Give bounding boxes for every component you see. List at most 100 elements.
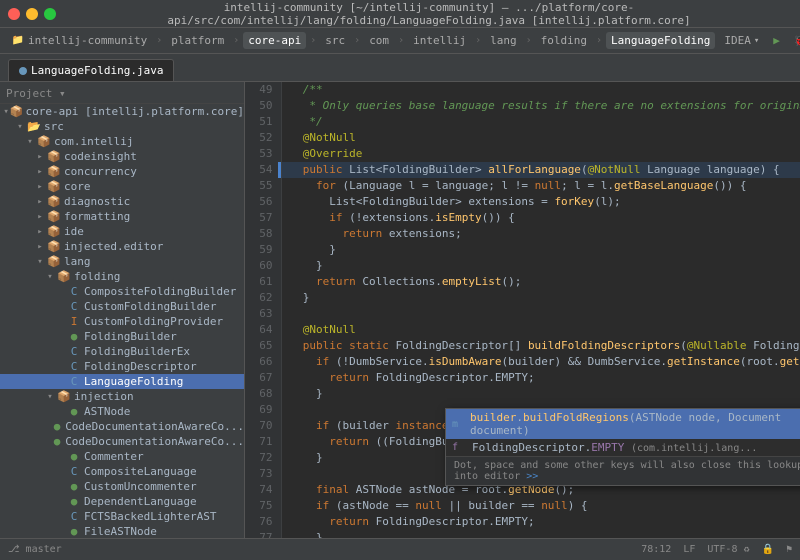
tree-item-lang[interactable]: ▾ 📦 lang [0, 254, 244, 269]
close-button[interactable] [8, 8, 20, 20]
package-icon: 📦 [36, 135, 52, 148]
field-icon: f [452, 442, 468, 453]
maximize-button[interactable] [44, 8, 56, 20]
tree-item-composite-language[interactable]: C CompositeLanguage [0, 464, 244, 479]
tree-item-folding-builder[interactable]: ● FoldingBuilder [0, 329, 244, 344]
caret-position[interactable]: 78:12 [641, 544, 671, 555]
module-icon: 📦 [10, 105, 24, 118]
encoding[interactable]: UTF-8 ♻ [707, 544, 749, 555]
code-line-52: 52 @NotNull [245, 130, 800, 146]
tree-item-src[interactable]: ▾ 📂 src [0, 119, 244, 134]
tree-item-language-folding[interactable]: C LanguageFolding [0, 374, 244, 389]
tree-label: DependentLanguage [84, 495, 197, 508]
autocomplete-item-1[interactable]: f FoldingDescriptor.EMPTY (com.intellij.… [446, 439, 800, 456]
tree-item-fcts[interactable]: C FCTSBackedLighterAST [0, 509, 244, 524]
autocomplete-popup[interactable]: m builder.buildFoldRegions(ASTNode node,… [445, 408, 800, 486]
tree-item-core[interactable]: ▸ 📦 core [0, 179, 244, 194]
code-content: } [281, 242, 800, 258]
tree-label: CodeDocumentationAwareCo... [65, 435, 244, 448]
code-content: if (!DumbService.isDumbAware(builder) &&… [281, 354, 800, 370]
tree-item-ide[interactable]: ▸ 📦 ide [0, 224, 244, 239]
autocomplete-hint: Dot, space and some other keys will also… [446, 456, 800, 485]
tree-item-folding-builder-ex[interactable]: C FoldingBuilderEx [0, 344, 244, 359]
code-content: */ [281, 114, 800, 130]
debug-button[interactable]: 🐞 [789, 32, 800, 49]
tree-item-folding[interactable]: ▾ 📦 folding [0, 269, 244, 284]
nav-item-idea[interactable]: IDEA ▾ [719, 32, 764, 49]
code-line-64: 64 @NotNull [245, 322, 800, 338]
tree-item-injected-editor[interactable]: ▸ 📦 injected.editor [0, 239, 244, 254]
tree-item-dependent-language[interactable]: ● DependentLanguage [0, 494, 244, 509]
line-number: 73 [245, 466, 281, 482]
nav-item-languagefolding[interactable]: LanguageFolding [606, 32, 715, 49]
autocomplete-item-0[interactable]: m builder.buildFoldRegions(ASTNode node,… [446, 409, 800, 439]
nav-separator: › [596, 35, 602, 46]
expand-arrow: ▸ [34, 167, 46, 177]
tree-item-custom-folding-provider[interactable]: I CustomFoldingProvider [0, 314, 244, 329]
code-content: return Collections.emptyList(); [281, 274, 800, 290]
line-number: 65 [245, 338, 281, 354]
nav-item-core-api[interactable]: core-api [243, 32, 306, 49]
package-icon: 📦 [56, 270, 72, 283]
code-content: if (!extensions.isEmpty()) { [281, 210, 800, 226]
readonly-icon: 🔒 [762, 544, 774, 555]
nav-item-com[interactable]: com [364, 32, 394, 49]
package-icon: 📦 [46, 255, 62, 268]
run-button[interactable]: ▶ [768, 32, 785, 49]
tree-item-com-intellij[interactable]: ▾ 📦 com.intellij [0, 134, 244, 149]
line-number: 75 [245, 498, 281, 514]
status-right: 78:12 LF UTF-8 ♻ 🔒 ⚑ [641, 544, 792, 555]
code-content: } [281, 258, 800, 274]
tree-item-custom-folding-builder[interactable]: C CustomFoldingBuilder [0, 299, 244, 314]
tree-item-codedoc1[interactable]: ● CodeDocumentationAwareCo... [0, 419, 244, 434]
code-editor[interactable]: 49 /** 50 * Only queries base language r… [245, 82, 800, 538]
tree-item-codeinsight[interactable]: ▸ 📦 codeinsight [0, 149, 244, 164]
tree-item-file-astnode[interactable]: ● FileASTNode [0, 524, 244, 538]
line-number: 71 [245, 434, 281, 450]
package-icon: 📦 [46, 165, 62, 178]
nav-item-platform[interactable]: platform [166, 32, 229, 49]
code-line-60: 60 } [245, 258, 800, 274]
nav-item-intellij[interactable]: intellij [408, 32, 471, 49]
expand-arrow: ▾ [2, 107, 9, 117]
tree-item-composite-folding[interactable]: C CompositeFoldingBuilder [0, 284, 244, 299]
code-area[interactable]: 49 /** 50 * Only queries base language r… [245, 82, 800, 538]
tab-bar: LanguageFolding.java [0, 54, 800, 82]
line-feed[interactable]: LF [683, 544, 695, 555]
tree-item-injection[interactable]: ▾ 📦 injection [0, 389, 244, 404]
line-number: 70 [245, 418, 281, 434]
line-number: 64 [245, 322, 281, 338]
tree-item-formatting[interactable]: ▸ 📦 formatting [0, 209, 244, 224]
event-log[interactable]: ⚑ [786, 544, 792, 555]
java-interface-icon: ● [66, 450, 82, 463]
package-icon: 📦 [46, 180, 62, 193]
tree-label: FoldingBuilderEx [84, 345, 190, 358]
expand-arrow: ▾ [34, 257, 46, 267]
code-content: * Only queries base language results if … [281, 98, 800, 114]
tree-item-core-api[interactable]: ▾ 📦 core-api [intellij.platform.core] [0, 104, 244, 119]
java-interface-icon: ● [51, 420, 63, 433]
method-icon: m [452, 419, 466, 430]
nav-item-folding[interactable]: folding [536, 32, 592, 49]
nav-item-project[interactable]: 📁 intellij-community [6, 32, 152, 50]
nav-item-src[interactable]: src [320, 32, 350, 49]
tree-item-astnode[interactable]: ● ASTNode [0, 404, 244, 419]
code-line-66: 66 if (!DumbService.isDumbAware(builder)… [245, 354, 800, 370]
tree-item-folding-descriptor[interactable]: C FoldingDescriptor [0, 359, 244, 374]
autocomplete-hint-link[interactable]: >> [526, 471, 538, 482]
project-sidebar[interactable]: Project ▾ ▾ 📦 core-api [intellij.platfor… [0, 82, 245, 538]
minimize-button[interactable] [26, 8, 38, 20]
tree-item-diagnostic[interactable]: ▸ 📦 diagnostic [0, 194, 244, 209]
tree-item-codedoc2[interactable]: ● CodeDocumentationAwareCo... [0, 434, 244, 449]
code-content: List<FoldingBuilder> extensions = forKey… [281, 194, 800, 210]
tree-label: core [64, 180, 91, 193]
tree-item-concurrency[interactable]: ▸ 📦 concurrency [0, 164, 244, 179]
expand-arrow: ▾ [24, 137, 36, 147]
tab-languagefolding[interactable]: LanguageFolding.java [8, 59, 174, 81]
tree-item-commenter[interactable]: ● Commenter [0, 449, 244, 464]
tree-item-custom-uncommenter[interactable]: ● CustomUncommenter [0, 479, 244, 494]
java-file-icon [19, 67, 27, 75]
line-number: 57 [245, 210, 281, 226]
nav-item-lang[interactable]: lang [485, 32, 522, 49]
expand-arrow: ▸ [34, 152, 46, 162]
